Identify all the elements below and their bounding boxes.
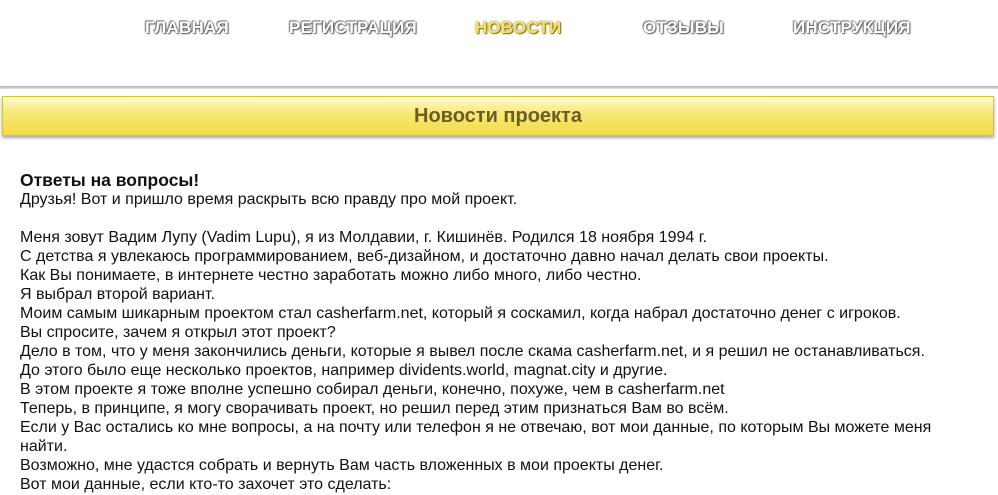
article-line: Вы спросите, зачем я открыл этот проект? (20, 324, 336, 341)
top-navigation: ГЛАВНАЯ РЕГИСТРАЦИЯ НОВОСТИ ОТЗЫВЫ ИНСТР… (0, 0, 998, 60)
article-content: Ответы на вопросы! Друзья! Вот и пришло … (20, 170, 970, 494)
article-line: До этого было еще несколько проектов, на… (20, 362, 668, 379)
article-line: Вот мои данные, если кто-то захочет это … (20, 476, 392, 493)
section-header-bar: Новости проекта (2, 96, 994, 136)
article-body: Меня зовут Вадим Лупу (Vadim Lupu), я из… (20, 228, 970, 494)
article-line: Если у Вас остались ко мне вопросы, а на… (20, 419, 932, 455)
article-line: Я выбрал второй вариант. (20, 286, 215, 303)
article-intro: Друзья! Вот и пришло время раскрыть всю … (20, 191, 518, 208)
article-headline: Ответы на вопросы! (20, 170, 200, 190)
nav-item-registration[interactable]: РЕГИСТРАЦИЯ (289, 18, 417, 38)
nav-item-home[interactable]: ГЛАВНАЯ (145, 18, 229, 38)
nav-item-instructions[interactable]: ИНСТРУКЦИЯ (793, 18, 911, 38)
header-divider (0, 86, 998, 89)
article-line: С детства я увлекаюсь программированием,… (20, 248, 829, 265)
nav-item-reviews[interactable]: ОТЗЫВЫ (643, 18, 724, 38)
article-line: Как Вы понимаете, в интернете честно зар… (20, 267, 642, 284)
article-line: В этом проекте я тоже вполне успешно соб… (20, 381, 725, 398)
article-line: Теперь, в принципе, я могу сворачивать п… (20, 400, 729, 417)
article-line: Дело в том, что у меня закончились деньг… (20, 343, 925, 360)
section-title: Новости проекта (414, 105, 582, 127)
article-line: Моим самым шикарным проектом стал casher… (20, 305, 901, 322)
article-line: Возможно, мне удастся собрать и вернуть … (20, 457, 664, 474)
article-line: Меня зовут Вадим Лупу (Vadim Lupu), я из… (20, 229, 708, 246)
nav-item-news[interactable]: НОВОСТИ (475, 18, 561, 38)
